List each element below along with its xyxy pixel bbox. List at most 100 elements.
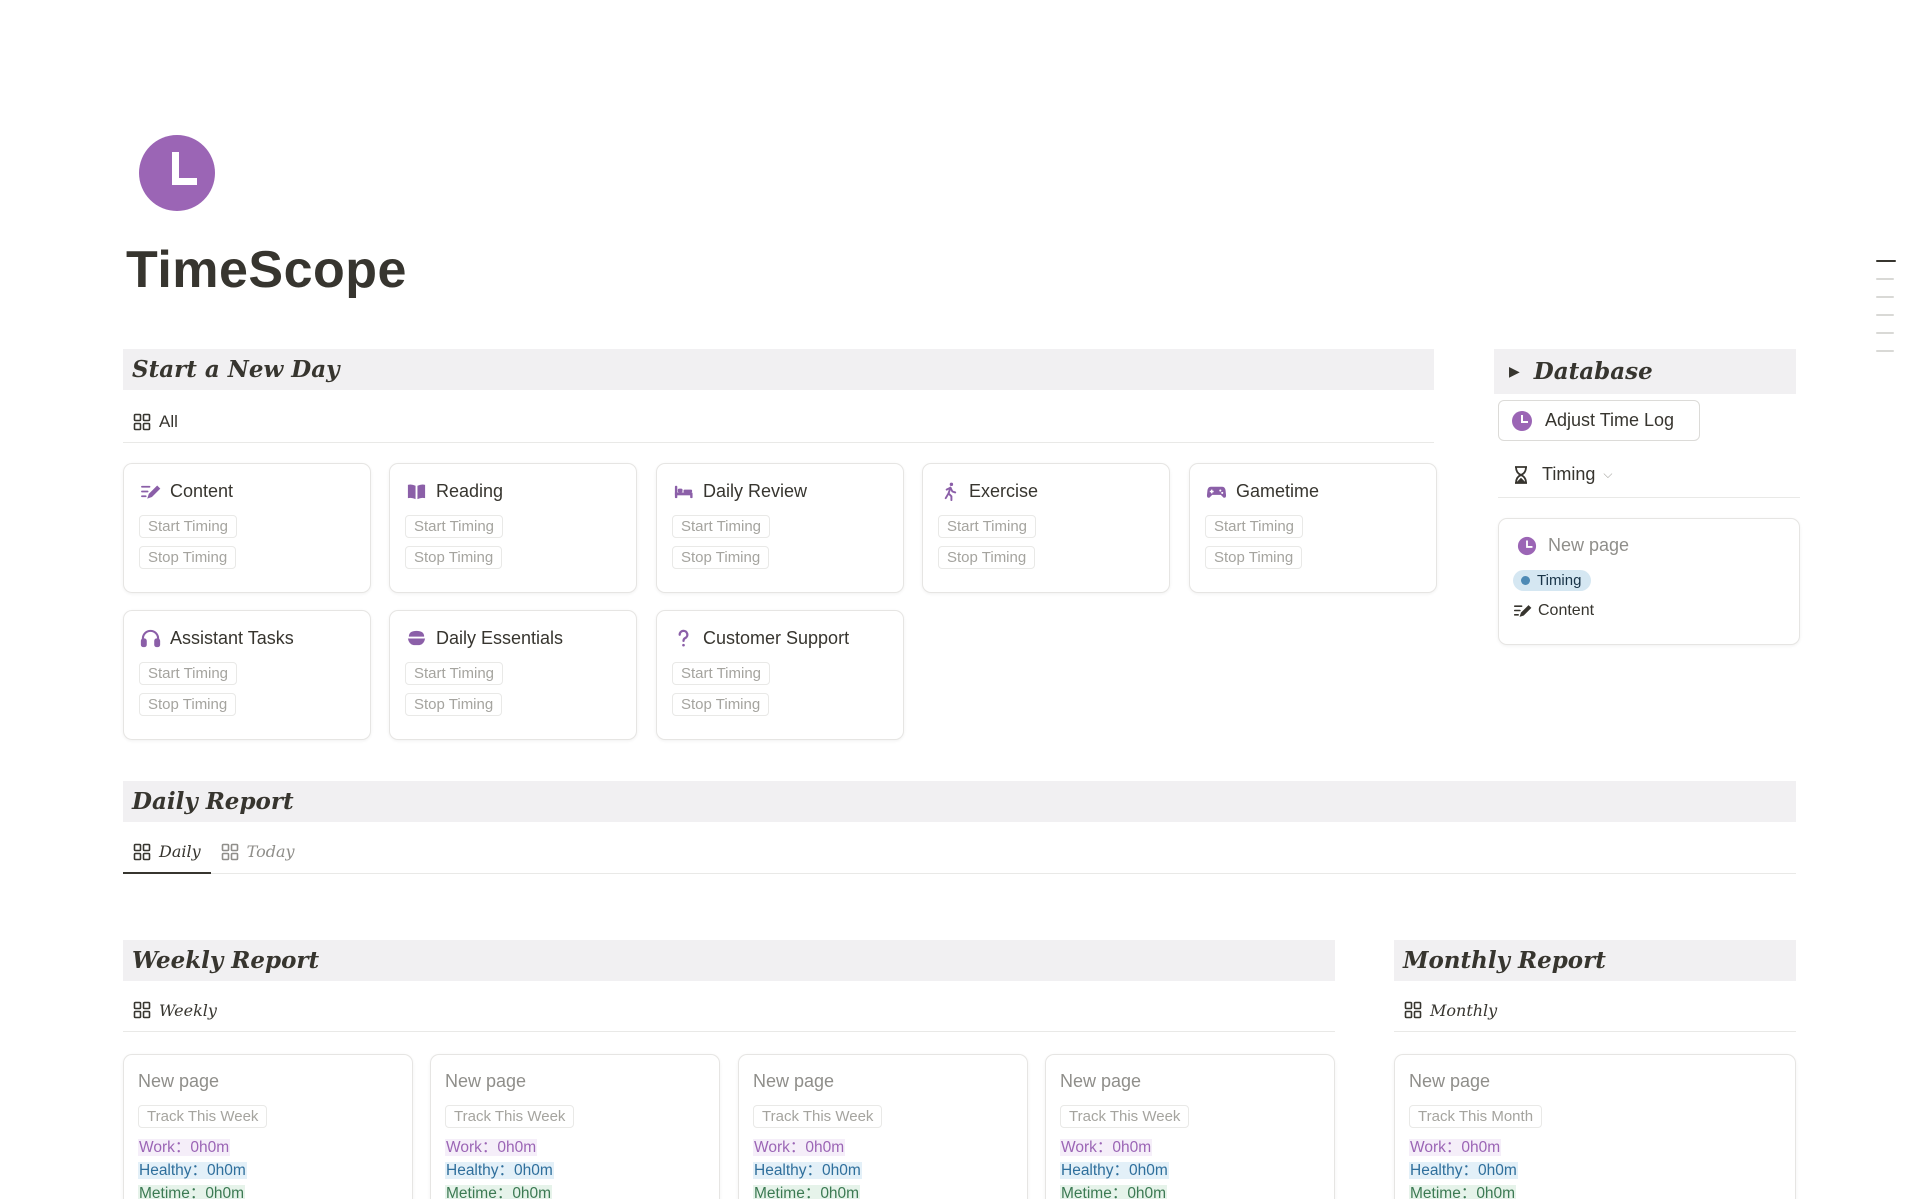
work-stat: Work：0h0m bbox=[138, 1139, 231, 1156]
start-timing-button[interactable]: Start Timing bbox=[672, 515, 771, 538]
section-heading: Start a New Day bbox=[132, 356, 340, 383]
track-this-week-button[interactable]: Track This Week bbox=[1060, 1105, 1190, 1128]
weekly-card[interactable]: New page Track This Week Work：0h0m Healt… bbox=[430, 1054, 720, 1199]
card-title: New page bbox=[1548, 535, 1630, 555]
tab-monthly[interactable]: Monthly bbox=[1394, 989, 1507, 1031]
bed-icon bbox=[672, 480, 694, 502]
card-content[interactable]: Content Start Timing Stop Timing bbox=[123, 463, 371, 593]
card-daily-review[interactable]: Daily Review Start Timing Stop Timing bbox=[656, 463, 904, 593]
outline-item[interactable] bbox=[1876, 278, 1894, 280]
card-title: Exercise bbox=[969, 480, 1039, 501]
stop-timing-button[interactable]: Stop Timing bbox=[672, 546, 770, 569]
healthy-stat: Healthy：0h0m bbox=[138, 1162, 247, 1179]
start-timing-button[interactable]: Start Timing bbox=[938, 515, 1037, 538]
start-timing-button[interactable]: Start Timing bbox=[405, 515, 504, 538]
gallery-icon bbox=[1404, 1001, 1422, 1019]
outline-item[interactable] bbox=[1876, 350, 1894, 352]
section-heading: Weekly Report bbox=[132, 947, 320, 974]
database-card[interactable]: New page Timing Content bbox=[1498, 518, 1800, 645]
metime-stat: Metime：0h0m bbox=[753, 1185, 861, 1199]
start-timing-button[interactable]: Start Timing bbox=[1205, 515, 1304, 538]
track-this-week-button[interactable]: Track This Week bbox=[138, 1105, 268, 1128]
card-exercise[interactable]: Exercise Start Timing Stop Timing bbox=[922, 463, 1170, 593]
stop-timing-button[interactable]: Stop Timing bbox=[139, 693, 237, 716]
stop-timing-button[interactable]: Stop Timing bbox=[672, 693, 770, 716]
card-reading[interactable]: Reading Start Timing Stop Timing bbox=[389, 463, 637, 593]
outline-item[interactable] bbox=[1876, 260, 1896, 262]
tab-label: All bbox=[159, 411, 178, 431]
page: TimeScope Start a New Day All Content St… bbox=[0, 0, 1920, 1199]
card-assistant-tasks[interactable]: Assistant Tasks Start Timing Stop Timing bbox=[123, 610, 371, 740]
weekly-card[interactable]: New page Track This Week Work：0h0m Healt… bbox=[1045, 1054, 1335, 1199]
card-daily-essentials[interactable]: Daily Essentials Start Timing Stop Timin… bbox=[389, 610, 637, 740]
stop-timing-button[interactable]: Stop Timing bbox=[938, 546, 1036, 569]
tab-today[interactable]: Today bbox=[211, 830, 305, 873]
stop-timing-button[interactable]: Stop Timing bbox=[1205, 546, 1303, 569]
chevron-down-icon[interactable]: ⌵ bbox=[1603, 467, 1612, 482]
start-timing-button[interactable]: Start Timing bbox=[672, 662, 771, 685]
tab-label: Timing bbox=[1542, 464, 1596, 484]
book-icon bbox=[405, 480, 427, 502]
start-timing-button[interactable]: Start Timing bbox=[139, 515, 238, 538]
tab-label: Weekly bbox=[159, 1000, 217, 1020]
start-timing-button[interactable]: Start Timing bbox=[139, 662, 238, 685]
start-timing-button[interactable]: Start Timing bbox=[405, 662, 504, 685]
tab-weekly[interactable]: Weekly bbox=[123, 989, 227, 1031]
button-label: Adjust Time Log bbox=[1545, 410, 1675, 430]
card-title: Content bbox=[170, 480, 234, 501]
question-icon bbox=[672, 627, 694, 649]
gamepad-icon bbox=[1205, 480, 1227, 502]
outline-item[interactable] bbox=[1876, 314, 1894, 316]
monthly-card[interactable]: New page Track This Month Work：0h0m Heal… bbox=[1394, 1054, 1796, 1199]
track-this-week-button[interactable]: Track This Week bbox=[753, 1105, 883, 1128]
view-tabs: Daily Today bbox=[123, 830, 1796, 874]
card-customer-support[interactable]: Customer Support Start Timing Stop Timin… bbox=[656, 610, 904, 740]
view-tabs: Weekly bbox=[123, 989, 1335, 1032]
outline-item[interactable] bbox=[1876, 332, 1894, 334]
status-badge: Timing bbox=[1513, 570, 1592, 591]
metime-stat: Metime：0h0m bbox=[1409, 1185, 1517, 1199]
track-this-week-button[interactable]: Track This Week bbox=[445, 1105, 575, 1128]
page-outline[interactable] bbox=[1876, 260, 1896, 368]
card-title: New page bbox=[445, 1071, 527, 1091]
tab-daily[interactable]: Daily bbox=[123, 830, 211, 874]
pen-lines-icon bbox=[1513, 605, 1532, 617]
section-weekly-report: Weekly Report bbox=[123, 940, 1335, 981]
outline-item[interactable] bbox=[1876, 296, 1894, 298]
headphones-icon bbox=[139, 627, 161, 649]
tab-timing[interactable]: Timing ⌵ bbox=[1498, 452, 1800, 498]
section-heading: Daily Report bbox=[132, 788, 294, 815]
stop-timing-button[interactable]: Stop Timing bbox=[139, 546, 237, 569]
tab-label: Today bbox=[246, 842, 295, 861]
adjust-time-log-button[interactable]: Adjust Time Log bbox=[1498, 400, 1700, 441]
status-dot bbox=[1521, 576, 1530, 585]
work-stat: Work：0h0m bbox=[1060, 1139, 1153, 1156]
healthy-stat: Healthy：0h0m bbox=[1060, 1162, 1169, 1179]
tab-all[interactable]: All bbox=[123, 401, 188, 442]
weekly-card[interactable]: New page Track This Week Work：0h0m Healt… bbox=[123, 1054, 413, 1199]
work-stat: Work：0h0m bbox=[753, 1139, 846, 1156]
card-title: Gametime bbox=[1236, 480, 1320, 501]
metime-stat: Metime：0h0m bbox=[138, 1185, 246, 1199]
tab-label: Daily bbox=[159, 842, 201, 861]
tab-label: Monthly bbox=[1430, 1000, 1498, 1020]
hourglass-icon bbox=[1515, 465, 1527, 484]
card-title: Assistant Tasks bbox=[170, 627, 294, 648]
section-start-new-day: Start a New Day bbox=[123, 349, 1434, 390]
stop-timing-button[interactable]: Stop Timing bbox=[405, 546, 503, 569]
gallery-icon bbox=[133, 843, 151, 860]
section-database[interactable]: ▶ Database bbox=[1494, 349, 1796, 394]
weekly-card[interactable]: New page Track This Week Work：0h0m Healt… bbox=[738, 1054, 1028, 1199]
gallery-icon bbox=[221, 843, 238, 860]
track-this-month-button[interactable]: Track This Month bbox=[1409, 1105, 1543, 1128]
stop-timing-button[interactable]: Stop Timing bbox=[405, 693, 503, 716]
healthy-stat: Healthy：0h0m bbox=[753, 1162, 862, 1179]
clock-icon[interactable] bbox=[139, 135, 215, 211]
runner-icon bbox=[938, 480, 960, 502]
card-gametime[interactable]: Gametime Start Timing Stop Timing bbox=[1189, 463, 1437, 593]
metime-stat: Metime：0h0m bbox=[445, 1185, 553, 1199]
view-tabs: Monthly bbox=[1394, 989, 1796, 1032]
card-title: Reading bbox=[436, 480, 504, 501]
card-title: Customer Support bbox=[703, 627, 850, 648]
toggle-triangle-icon[interactable]: ▶ bbox=[1509, 363, 1520, 380]
